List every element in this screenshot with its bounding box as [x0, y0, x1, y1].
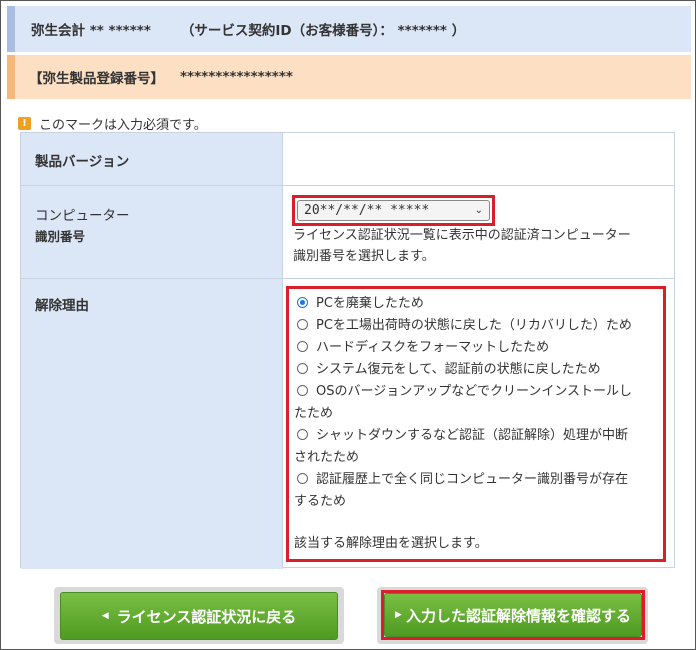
contract-id: （サービス契約ID（お客様番号）： ******* ） [180, 23, 466, 39]
chevron-right-icon: ▶ [395, 610, 402, 620]
reason-option[interactable]: OSのバージョンアップなどでクリーンインストールし たため [294, 381, 659, 425]
product-header: 弥生会計 ** ****** （サービス契約ID（お客様番号）： *******… [7, 6, 691, 52]
reason-option[interactable]: ハードディスクをフォーマットしたため [294, 337, 659, 359]
radio-icon[interactable] [297, 319, 308, 330]
computer-select[interactable]: 20**/**/** ***** ⌄ [297, 200, 490, 221]
registration-value: **************** [180, 69, 293, 85]
computer-desc: ライセンス認証状況一覧に表示中の認証済コンピューター 識別番号を選択します。 [293, 228, 631, 264]
computer-select-highlight: 20**/**/** ***** ⌄ [292, 195, 495, 226]
radio-icon[interactable] [297, 385, 308, 396]
confirm-button[interactable]: ▶ 入力した認証解除情報を確認する [384, 593, 642, 637]
radio-icon[interactable] [297, 429, 308, 440]
computer-label-line1: コンピューター [35, 208, 130, 224]
reason-option[interactable]: システム復元をして、認証前の状態に戻したため [294, 359, 659, 381]
reason-option[interactable]: PCを工場出荷時の状態に戻した（リカバリした）ため [294, 315, 659, 337]
chevron-left-icon: ◀ [101, 611, 109, 621]
radio-icon[interactable] [297, 341, 308, 352]
registration-header: 【弥生製品登録番号】 **************** [7, 55, 691, 99]
deauth-form: 製品バージョン コンピューター 識別番号 解除理由 20**/**/** ***… [20, 132, 675, 569]
required-notice-text: このマークは入力必須です。 [39, 118, 207, 133]
required-notice: ! このマークは入力必須です。 [18, 114, 207, 133]
reason-label: 解除理由 [35, 298, 89, 314]
version-label: 製品バージョン [35, 154, 130, 170]
reason-option[interactable]: 認証履歴上で全く同じコンピューター識別番号が存在 するため [294, 469, 659, 513]
reason-option[interactable]: PCを廃棄したため [294, 293, 659, 315]
computer-select-value: 20**/**/** ***** [304, 203, 430, 218]
back-button[interactable]: ◀ ライセンス認証状況に戻る [60, 592, 338, 640]
version-row: 製品バージョン [21, 133, 674, 186]
reason-option[interactable]: シャットダウンするなど認証（認証解除）処理が中断 されたため [294, 425, 659, 469]
radio-selected-icon[interactable] [297, 297, 308, 308]
required-mark-icon: ! [18, 117, 31, 130]
chevron-down-icon: ⌄ [474, 205, 483, 216]
product-line: 弥生会計 ** ****** [31, 23, 151, 39]
radio-icon[interactable] [297, 473, 308, 484]
reason-desc: 該当する解除理由を選択します。 [294, 536, 488, 551]
reason-options: PCを廃棄したため PCを工場出荷時の状態に戻した（リカバリした）ため ハードデ… [286, 286, 666, 562]
registration-label: 【弥生製品登録番号】 [29, 71, 164, 87]
radio-icon[interactable] [297, 363, 308, 374]
computer-label-line2: 識別番号 [35, 229, 86, 244]
